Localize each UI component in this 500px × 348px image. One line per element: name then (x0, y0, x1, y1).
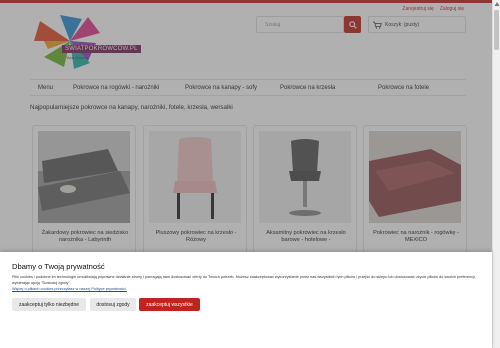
vertical-scrollbar[interactable] (492, 0, 500, 348)
scrollbar-thumb[interactable] (494, 10, 499, 50)
page: Zarejestruj się Zaloguj się SWIATPOKROWC… (0, 0, 500, 348)
accept-all-button[interactable]: zaakceptuj wszystkie (139, 298, 200, 311)
customize-consent-button[interactable]: dostosuj zgody (90, 298, 136, 311)
cookie-consent-dialog: Dbamy o Twoją prywatność Pliki cookies i… (0, 252, 492, 348)
consent-text: Pliki cookies i podobne im technologie u… (12, 275, 476, 285)
accept-necessary-button[interactable]: zaakceptuj tylko niezbędne (12, 298, 86, 311)
scroll-up-icon[interactable] (494, 1, 500, 7)
privacy-policy-link[interactable]: Więcej o plikach cookies przeczytasz w n… (12, 287, 127, 291)
consent-title: Dbamy o Twoją prywatność (12, 262, 105, 271)
